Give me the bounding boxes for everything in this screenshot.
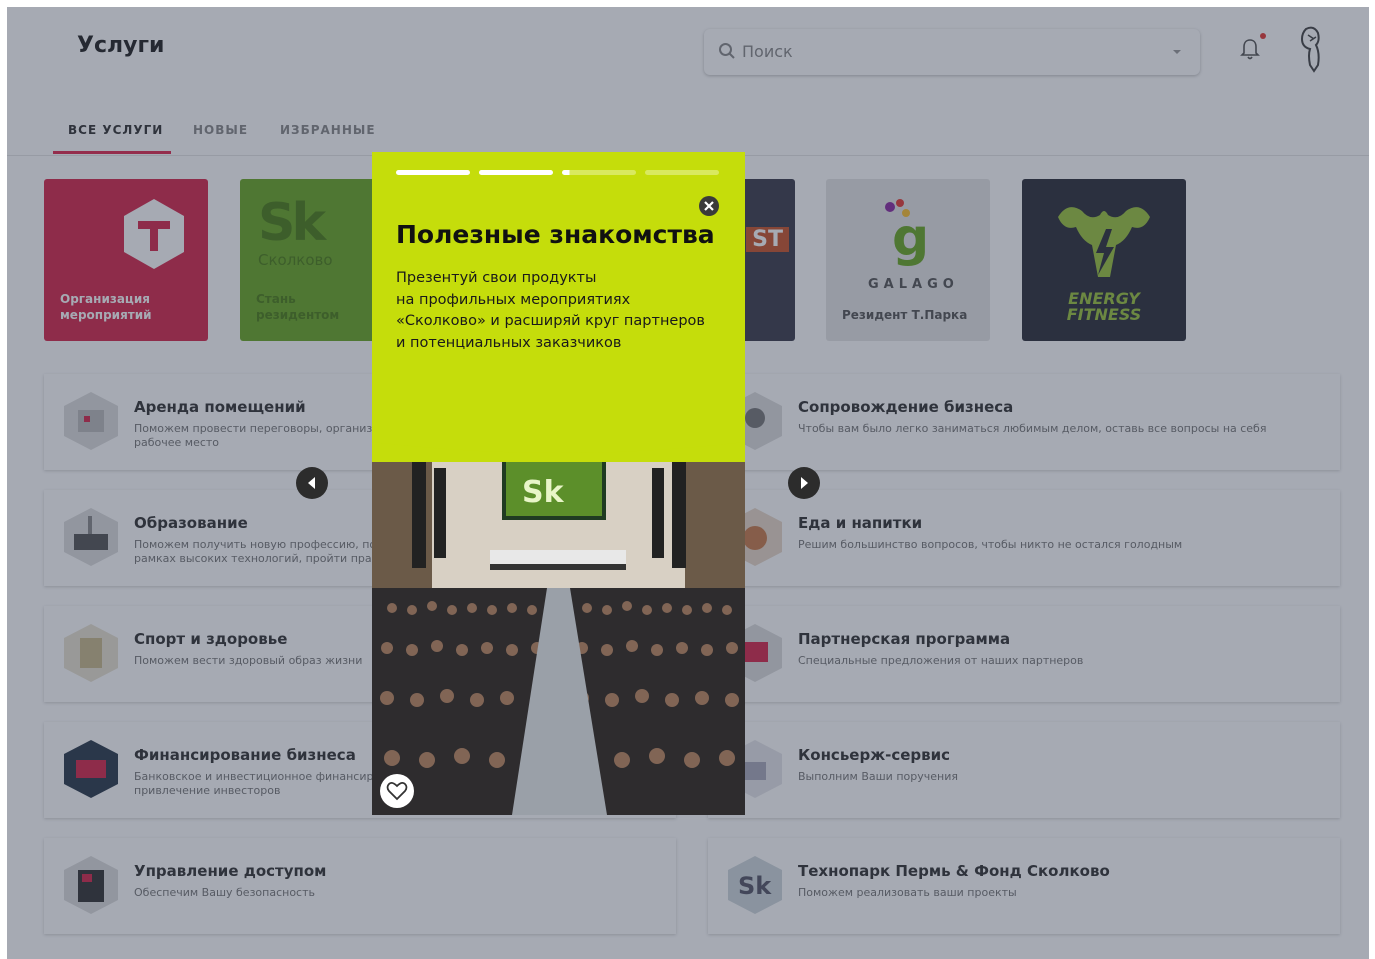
story-prev-button[interactable] (296, 467, 328, 499)
story-progress-2 (479, 170, 553, 175)
story-text-panel: Полезные знакомства Презентуй свои проду… (372, 152, 745, 462)
chevron-left-icon (308, 477, 315, 489)
story-next-button[interactable] (788, 467, 820, 499)
story-progress-4 (645, 170, 719, 175)
story-progress-3 (562, 170, 636, 175)
chevron-right-icon (801, 477, 808, 489)
story-panel-wave (372, 428, 745, 453)
story-close-button[interactable] (699, 196, 719, 216)
story-text: Презентуй свои продукты на профильных ме… (396, 270, 705, 351)
screen-logo: Sk (522, 475, 565, 510)
conference-hall-photo: Sk (372, 438, 745, 815)
heart-icon (386, 781, 408, 801)
close-icon (704, 201, 714, 211)
story-viewer: Sk Полезные знакомства Презентуй свои пр… (372, 152, 745, 815)
story-progress-1 (396, 170, 470, 175)
favorite-button[interactable] (380, 774, 414, 808)
story-title: Полезные знакомства (396, 220, 715, 249)
